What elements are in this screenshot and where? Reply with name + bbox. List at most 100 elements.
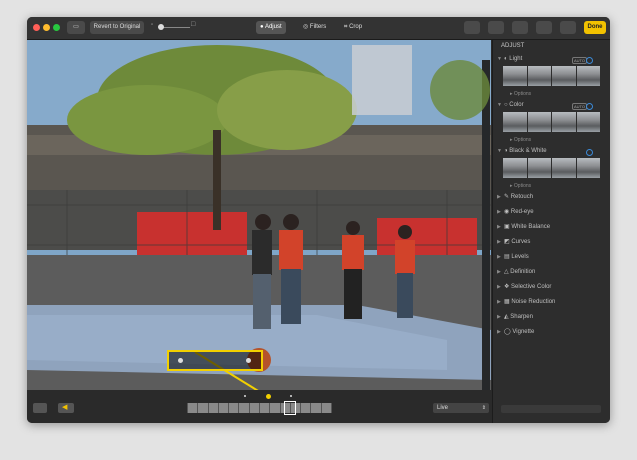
adjust-item-label: Light — [509, 56, 523, 62]
disclosure-right-icon: ▶ — [497, 314, 501, 320]
rotate-button[interactable] — [536, 21, 552, 34]
options-label: Options — [513, 183, 532, 189]
auto-button-color[interactable]: AUTO — [572, 103, 588, 110]
filters-icon: ◎ — [303, 24, 309, 30]
bandage-icon: ✎ — [504, 194, 511, 200]
options-label: Options — [513, 137, 532, 143]
done-button[interactable]: Done — [584, 21, 606, 34]
zoom-slider[interactable] — [160, 27, 190, 28]
disclosure-right-icon: ▶ — [497, 239, 501, 245]
disclosure-right-icon: ▶ — [497, 284, 501, 290]
view-toggle-button[interactable] — [33, 403, 47, 413]
disclosure-down-icon: ▼ — [497, 102, 502, 108]
disclosure-right-icon: ▶ — [497, 299, 501, 305]
selective-color-icon: ❖ — [504, 284, 512, 290]
trim-end-marker[interactable] — [290, 395, 292, 397]
crop-icon: ⌗ — [344, 24, 348, 30]
adjust-item-label: Noise Reduction — [511, 299, 556, 305]
adjust-item-color[interactable]: ▼ ○ Color — [497, 100, 524, 110]
tab-crop-label: Crop — [349, 24, 363, 30]
auto-button-light[interactable]: AUTO — [572, 57, 588, 64]
tab-filters[interactable]: ◎ Filters — [299, 21, 330, 34]
adjust-item-label: Sharpen — [510, 314, 533, 320]
live-label: Live — [437, 405, 449, 411]
adjust-item-white-balance[interactable]: ▶ ▣ White Balance — [497, 222, 550, 232]
callout-pointer-dot — [266, 394, 271, 399]
adjust-item-label: Red-eye — [510, 209, 534, 215]
adjust-item-label: Retouch — [510, 194, 534, 200]
disclosure-right-icon: ▶ — [497, 254, 501, 260]
toggle-light[interactable] — [586, 57, 593, 64]
photos-edit-window: ▭ Revert to Original ▫ □ ● Adjust ◎ Filt… — [27, 17, 610, 423]
disclosure-down-icon: ▼ — [497, 56, 502, 62]
disclosure-right-icon: ▶ — [497, 329, 501, 335]
adjust-item-red-eye[interactable]: ▶ ◉ Red-eye — [497, 207, 534, 217]
sound-button[interactable]: ◀ — [58, 403, 74, 413]
adjust-item-levels[interactable]: ▶ ▤ Levels — [497, 252, 529, 262]
eye-icon: ◉ — [504, 209, 511, 215]
trim-start-marker[interactable] — [244, 395, 246, 397]
key-photo-frame[interactable] — [284, 401, 296, 415]
favorite-button[interactable] — [512, 21, 528, 34]
photo-image — [27, 40, 491, 390]
light-thumbnails[interactable] — [503, 66, 600, 86]
adjust-item-vignette[interactable]: ▶ ◯ Vignette — [497, 327, 534, 337]
adjust-item-noise-reduction[interactable]: ▶ ▦ Noise Reduction — [497, 297, 555, 307]
adjust-item-label: Black & White — [509, 148, 547, 154]
sidebar-title: ADJUST — [501, 43, 525, 49]
color-thumbnails[interactable] — [503, 112, 600, 132]
adjust-item-black-white[interactable]: ▼ ◑ Black & White — [497, 146, 547, 156]
live-dropdown[interactable]: Live ⇕ — [433, 403, 489, 413]
adjust-item-label: Vignette — [512, 329, 535, 335]
adjust-item-label: Levels — [511, 254, 529, 260]
bw-thumbnails[interactable] — [503, 158, 600, 178]
color-options[interactable]: ▸ Options — [510, 137, 531, 143]
tab-crop[interactable]: ⌗ Crop — [340, 21, 366, 34]
adjust-item-sharpen[interactable]: ▶ ◭ Sharpen — [497, 312, 533, 322]
adjust-item-label: Definition — [510, 269, 536, 275]
close-button[interactable] — [33, 24, 40, 31]
bottom-bar: ◀ Live ⇕ — [27, 390, 491, 423]
toggle-black-white[interactable] — [586, 149, 593, 156]
compare-button[interactable]: ▭ — [67, 21, 85, 34]
enhance-button[interactable] — [560, 21, 576, 34]
adjust-item-label: Selective Color — [511, 284, 552, 290]
toggle-color[interactable] — [586, 103, 593, 110]
adjust-icon: ● — [260, 24, 264, 30]
disclosure-right-icon: ▶ — [497, 269, 501, 275]
emoji-button[interactable] — [488, 21, 504, 34]
tab-adjust[interactable]: ● Adjust — [256, 21, 286, 34]
speaker-icon: ◀ — [62, 404, 68, 411]
disclosure-right-icon: ▶ — [497, 224, 501, 230]
disclosure-right-icon: ▶ — [497, 209, 501, 215]
disclosure-down-icon: ▼ — [497, 148, 502, 154]
minimize-button[interactable] — [43, 24, 50, 31]
options-label: Options — [513, 91, 532, 97]
light-options[interactable]: ▸ Options — [510, 91, 531, 97]
chevron-updown-icon: ⇕ — [481, 405, 486, 411]
adjust-item-curves[interactable]: ▶ ◩ Curves — [497, 237, 530, 247]
reset-adjustments-bar[interactable] — [501, 405, 601, 413]
adjust-item-label: Color — [509, 102, 524, 108]
tab-adjust-label: Adjust — [264, 24, 282, 30]
video-filmstrip[interactable] — [187, 403, 332, 413]
bw-options[interactable]: ▸ Options — [510, 183, 531, 189]
adjust-item-retouch[interactable]: ▶ ✎ Retouch — [497, 192, 533, 202]
info-button[interactable] — [464, 21, 480, 34]
adjust-item-label: White Balance — [511, 224, 551, 230]
zoom-slider-knob[interactable] — [158, 24, 164, 30]
adjust-sidebar: ADJUST ▼ ◐ Light AUTO ▸ Options ▼ ○ Color … — [492, 40, 610, 423]
adjust-item-light[interactable]: ▼ ◐ Light — [497, 54, 522, 64]
compare-icon: ▭ — [73, 24, 79, 30]
toolbar: ▭ Revert to Original ▫ □ ● Adjust ◎ Filt… — [27, 17, 610, 40]
slider-handle-right — [246, 358, 251, 363]
zoom-in-icon[interactable]: □ — [191, 21, 195, 28]
disclosure-right-icon: ▶ — [497, 194, 501, 200]
zoom-button[interactable] — [53, 24, 60, 31]
zoom-out-icon[interactable]: ▫ — [151, 22, 153, 28]
adjust-item-definition[interactable]: ▶ △ Definition — [497, 267, 535, 277]
revert-button[interactable]: Revert to Original — [90, 21, 144, 34]
photo-canvas[interactable] — [27, 40, 491, 390]
adjust-item-selective-color[interactable]: ▶ ❖ Selective Color — [497, 282, 551, 292]
slider-handle-left — [178, 358, 183, 363]
